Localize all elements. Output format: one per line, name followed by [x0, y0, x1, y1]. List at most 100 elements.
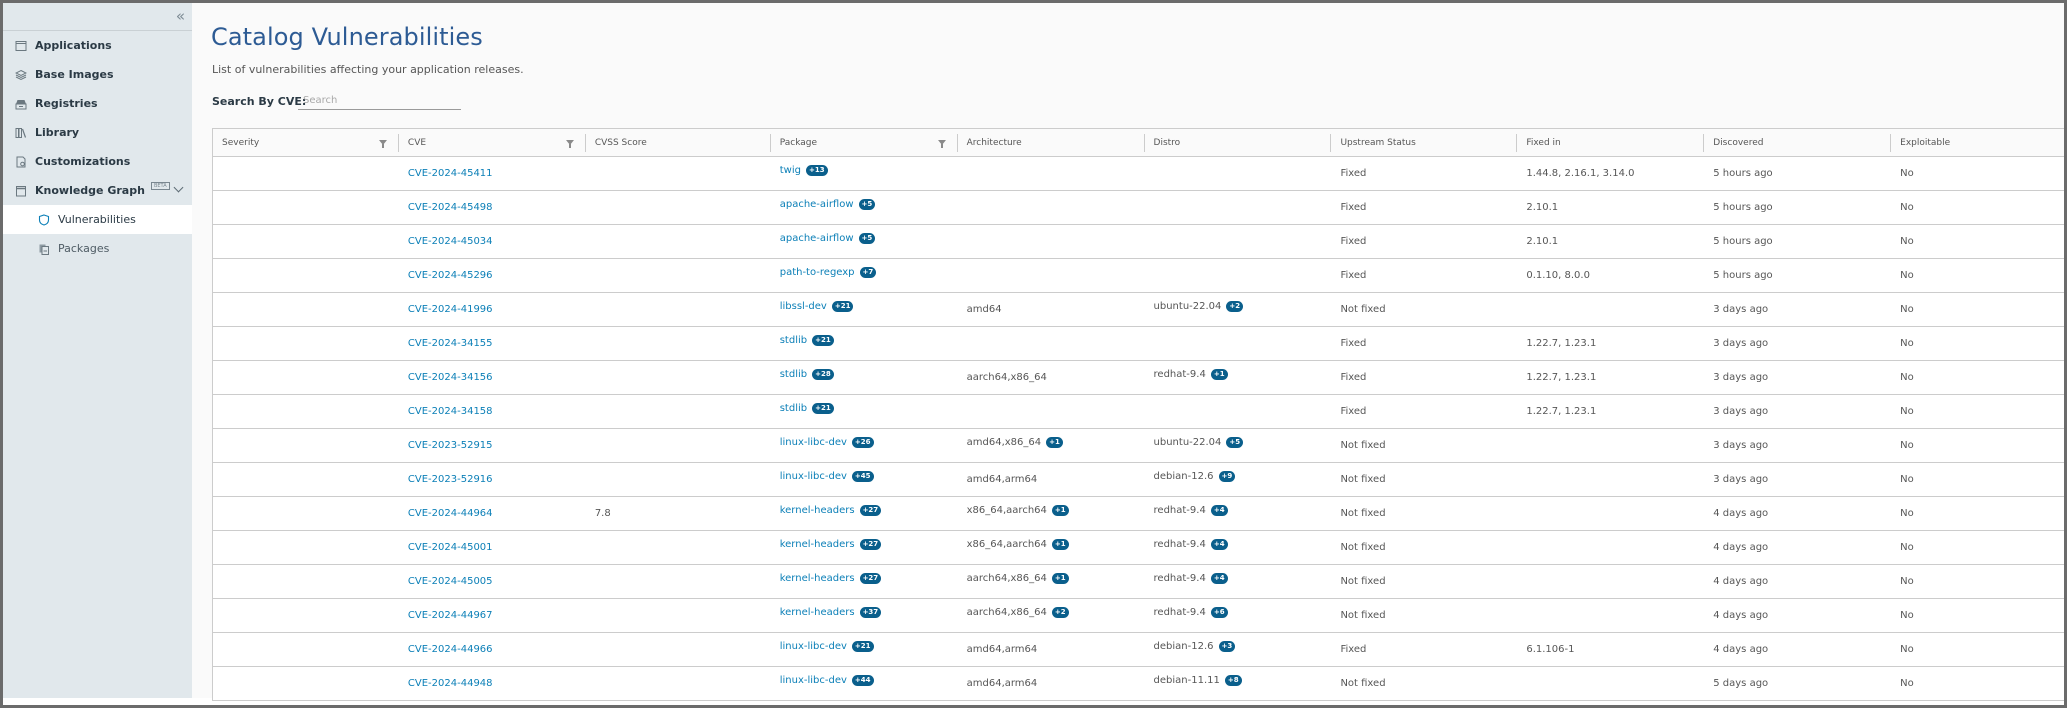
- column-header[interactable]: Exploitable: [1891, 129, 2064, 156]
- more-count-badge[interactable]: +5: [858, 233, 876, 244]
- column-header[interactable]: Architecture: [958, 129, 1145, 156]
- more-count-badge[interactable]: +26: [851, 437, 874, 448]
- sidebar-item-registries[interactable]: Registries: [3, 89, 192, 118]
- cve-link[interactable]: CVE-2024-45498: [408, 202, 493, 213]
- cve-link[interactable]: CVE-2024-44967: [408, 610, 493, 621]
- more-count-badge[interactable]: +21: [831, 301, 854, 312]
- package-link[interactable]: kernel-headers: [780, 539, 855, 550]
- cve-link[interactable]: CVE-2024-34156: [408, 372, 493, 383]
- column-header[interactable]: Distro: [1145, 129, 1332, 156]
- chevron-down-icon[interactable]: [173, 182, 184, 193]
- table-row[interactable]: CVE-2023-52915 linux-libc-dev +26 amd64,x86…: [213, 429, 2064, 463]
- more-count-badge[interactable]: +9: [1218, 471, 1236, 482]
- cve-link[interactable]: CVE-2024-45005: [408, 576, 493, 587]
- package-link[interactable]: kernel-headers: [780, 573, 855, 584]
- more-count-badge[interactable]: +1: [1051, 539, 1069, 550]
- column-header[interactable]: Upstream Status: [1331, 129, 1518, 156]
- table-row[interactable]: CVE-2024-45498 apache-airflow +5 Fixed 2.10.…: [213, 191, 2064, 225]
- package-link[interactable]: linux-libc-dev: [780, 641, 847, 652]
- more-count-badge[interactable]: +28: [812, 369, 834, 380]
- cve-link[interactable]: CVE-2024-45034: [408, 236, 493, 247]
- more-count-badge[interactable]: +44: [851, 675, 874, 686]
- column-header[interactable]: Severity: [213, 129, 399, 156]
- more-count-badge[interactable]: +4: [1210, 505, 1228, 516]
- cve-link[interactable]: CVE-2024-34158: [408, 406, 493, 417]
- package-link[interactable]: stdlib: [780, 369, 807, 380]
- filter-icon[interactable]: [937, 140, 946, 148]
- more-count-badge[interactable]: +4: [1210, 573, 1228, 584]
- cve-link[interactable]: CVE-2024-45001: [408, 542, 493, 553]
- cve-link[interactable]: CVE-2023-52915: [408, 440, 493, 451]
- more-count-badge[interactable]: +5: [1226, 437, 1244, 448]
- column-header[interactable]: Package: [771, 129, 958, 156]
- more-count-badge[interactable]: +45: [851, 471, 874, 482]
- column-header[interactable]: CVE: [399, 129, 586, 156]
- table-row[interactable]: CVE-2024-41996 libssl-dev +21 amd64 ubuntu-2…: [213, 293, 2064, 327]
- column-header[interactable]: Discovered: [1704, 129, 1892, 156]
- table-row[interactable]: CVE-2024-34156 stdlib +28 aarch64,x86_64 red…: [213, 361, 2064, 395]
- more-count-badge[interactable]: +37: [859, 607, 882, 618]
- package-link[interactable]: stdlib: [780, 335, 807, 346]
- cve-link[interactable]: CVE-2024-44964: [408, 508, 493, 519]
- cve-link[interactable]: CVE-2024-41996: [408, 304, 493, 315]
- cve-link[interactable]: CVE-2024-45296: [408, 270, 493, 281]
- sidebar-item-customizations[interactable]: Customizations: [3, 147, 192, 176]
- table-row[interactable]: CVE-2024-34158 stdlib +21 Fixed 1.22.7, 1.23…: [213, 395, 2064, 429]
- package-link[interactable]: linux-libc-dev: [780, 675, 847, 686]
- package-link[interactable]: apache-airflow: [780, 199, 854, 210]
- filter-icon[interactable]: [378, 140, 387, 148]
- package-link[interactable]: path-to-regexp: [780, 267, 855, 278]
- more-count-badge[interactable]: +21: [851, 641, 874, 652]
- more-count-badge[interactable]: +4: [1210, 539, 1228, 550]
- package-link[interactable]: stdlib: [780, 403, 807, 414]
- sidebar-item-packages[interactable]: Packages: [3, 234, 192, 263]
- more-count-badge[interactable]: +21: [812, 403, 834, 414]
- cve-link[interactable]: CVE-2024-44948: [408, 678, 493, 689]
- collapse-sidebar-button[interactable]: «: [176, 7, 185, 25]
- table-row[interactable]: CVE-2024-44967 kernel-headers +37 aarch64,x…: [213, 599, 2064, 633]
- table-row[interactable]: CVE-2024-44964 7.8 kernel-headers +27 x86_64…: [213, 497, 2064, 531]
- table-row[interactable]: CVE-2023-52916 linux-libc-dev +45 amd64,arm…: [213, 463, 2064, 497]
- sidebar-item-library[interactable]: Library: [3, 118, 192, 147]
- more-count-badge[interactable]: +27: [859, 505, 882, 516]
- package-link[interactable]: apache-airflow: [780, 233, 854, 244]
- more-count-badge[interactable]: +1: [1046, 437, 1063, 448]
- cve-link[interactable]: CVE-2023-52916: [408, 474, 493, 485]
- table-row[interactable]: CVE-2024-45001 kernel-headers +27 x86_64,aa…: [213, 531, 2064, 565]
- package-link[interactable]: kernel-headers: [780, 505, 855, 516]
- table-row[interactable]: CVE-2024-45034 apache-airflow +5 Fixed 2.10.…: [213, 225, 2064, 259]
- table-row[interactable]: CVE-2024-44948 linux-libc-dev +44 amd64,arm…: [213, 667, 2064, 701]
- table-row[interactable]: CVE-2024-45411 twig +13 Fixed 1.44.8, 2.16.1…: [213, 157, 2064, 191]
- filter-icon[interactable]: [565, 140, 574, 148]
- sidebar-item-vulnerabilities[interactable]: Vulnerabilities: [3, 205, 192, 234]
- cve-link[interactable]: CVE-2024-34155: [408, 338, 493, 349]
- more-count-badge[interactable]: +3: [1218, 641, 1236, 652]
- more-count-badge[interactable]: +8: [1224, 675, 1242, 686]
- more-count-badge[interactable]: +1: [1210, 369, 1228, 380]
- column-header[interactable]: CVSS Score: [586, 129, 771, 156]
- cve-link[interactable]: CVE-2024-45411: [408, 168, 493, 179]
- more-count-badge[interactable]: +27: [859, 573, 882, 584]
- column-header[interactable]: Fixed in: [1517, 129, 1705, 156]
- cve-search-input[interactable]: [298, 91, 461, 110]
- more-count-badge[interactable]: +27: [859, 539, 882, 550]
- table-row[interactable]: CVE-2024-34155 stdlib +21 Fixed 1.22.7, 1.23…: [213, 327, 2064, 361]
- package-link[interactable]: linux-libc-dev: [780, 437, 847, 448]
- more-count-badge[interactable]: +1: [1051, 505, 1069, 516]
- package-link[interactable]: linux-libc-dev: [780, 471, 847, 482]
- more-count-badge[interactable]: +7: [859, 267, 877, 278]
- more-count-badge[interactable]: +1: [1051, 573, 1069, 584]
- sidebar-item-applications[interactable]: Applications: [3, 31, 192, 60]
- table-row[interactable]: CVE-2024-44966 linux-libc-dev +21 amd64,arm…: [213, 633, 2064, 667]
- more-count-badge[interactable]: +2: [1226, 301, 1244, 312]
- sidebar-item-base-images[interactable]: Base Images: [3, 60, 192, 89]
- table-row[interactable]: CVE-2024-45005 kernel-headers +27 aarch64,x…: [213, 565, 2064, 599]
- table-row[interactable]: CVE-2024-45296 path-to-regexp +7 Fixed 0.1.1…: [213, 259, 2064, 293]
- more-count-badge[interactable]: +13: [805, 165, 828, 176]
- package-link[interactable]: libssl-dev: [780, 301, 827, 312]
- more-count-badge[interactable]: +5: [858, 199, 876, 210]
- more-count-badge[interactable]: +6: [1210, 607, 1228, 618]
- package-link[interactable]: twig: [780, 165, 801, 176]
- more-count-badge[interactable]: +21: [812, 335, 834, 346]
- more-count-badge[interactable]: +2: [1051, 607, 1069, 618]
